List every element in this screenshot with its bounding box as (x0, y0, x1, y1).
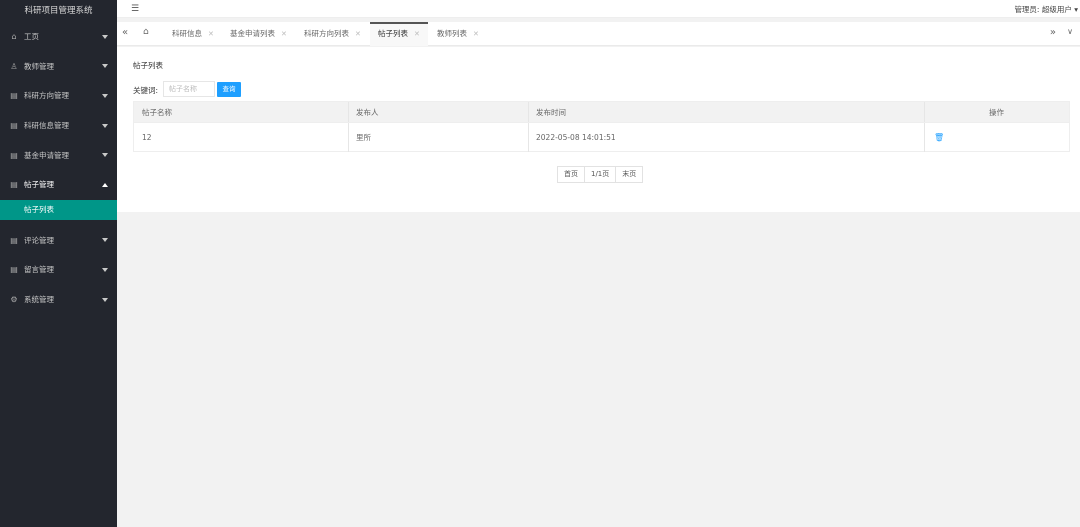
sidebar-subitem-post-list[interactable]: 帖子列表 (0, 199, 117, 220)
pager-first-button[interactable]: 首页 (558, 167, 585, 182)
chevron-down-icon (102, 93, 108, 98)
tab-label: 科研方向列表 (304, 29, 349, 38)
sidebar-item-messages[interactable]: ▤ 留言管理 (0, 255, 117, 285)
pagination: 首页 1/1页 末页 (557, 166, 644, 183)
chevron-down-icon[interactable]: ∨ (1067, 27, 1073, 36)
top-header: ☰ 管理员: 超级用户 ▾ (117, 0, 1080, 18)
sidebar-item-system[interactable]: ⚙ 系统管理 (0, 285, 117, 315)
search-input[interactable]: 帖子名称 (163, 81, 215, 97)
tab-label: 科研信息 (172, 29, 202, 38)
chevron-down-icon (102, 34, 108, 39)
sidebar-item-research-direction[interactable]: ▤ 科研方向管理 (0, 81, 117, 111)
table-row: 12 里所 2022-05-08 14:01:51 🗑 (134, 122, 1069, 152)
menu-toggle-icon[interactable]: ☰ (131, 4, 139, 14)
page-title: 帖子列表 (133, 61, 163, 70)
chevron-down-icon (102, 267, 108, 272)
grid-icon: ▤ (10, 150, 18, 160)
pager-info: 1/1页 (585, 167, 617, 182)
tab-label: 帖子列表 (378, 29, 408, 38)
cell-author: 里所 (356, 133, 371, 142)
sidebar-item-label: 科研信息管理 (24, 121, 69, 131)
sidebar-item-label: 评论管理 (24, 235, 54, 245)
cell-time: 2022-05-08 14:01:51 (536, 133, 616, 142)
tab-label: 教师列表 (437, 29, 467, 38)
user-menu[interactable]: 管理员: 超级用户 ▾ (1014, 4, 1078, 15)
column-divider (348, 102, 349, 122)
column-divider (528, 123, 529, 152)
double-chevron-right-icon[interactable]: » (1050, 27, 1056, 38)
tab-direction-list[interactable]: 科研方向列表 ✕ (304, 22, 361, 46)
double-chevron-left-icon[interactable]: « (122, 27, 128, 38)
delete-icon[interactable]: 🗑 (934, 133, 944, 142)
chevron-down-icon (102, 297, 108, 302)
column-divider (924, 123, 925, 152)
grid-icon: ▤ (10, 180, 18, 190)
sidebar-item-label: 基金申请管理 (24, 150, 69, 160)
close-icon[interactable]: ✕ (414, 30, 420, 38)
sidebar-item-label: 教师管理 (24, 61, 54, 71)
sidebar-item-label: 帖子管理 (24, 180, 54, 190)
column-divider (528, 102, 529, 122)
chevron-up-icon (102, 182, 108, 187)
sidebar-item-home[interactable]: ⌂ 工页 (0, 22, 117, 52)
sidebar-item-comments[interactable]: ▤ 评论管理 (0, 226, 117, 256)
search-button[interactable]: 查询 (217, 82, 241, 97)
tab-bar: « ⌂ 科研信息 ✕ 基金申请列表 ✕ 科研方向列表 ✕ 帖子列表 ✕ 教师列表 ✕ » … (117, 22, 1080, 46)
sidebar-item-research-info[interactable]: ▤ 科研信息管理 (0, 111, 117, 141)
tab-teacher-list[interactable]: 教师列表 ✕ (437, 22, 479, 46)
sidebar-item-fund[interactable]: ▤ 基金申请管理 (0, 140, 117, 170)
grid-icon: ▤ (10, 235, 18, 245)
chevron-down-icon (102, 64, 108, 69)
sidebar-item-teachers[interactable]: ♙ 教师管理 (0, 52, 117, 82)
sidebar-item-label: 科研方向管理 (24, 91, 69, 101)
column-header-actions: 操作 (989, 107, 1004, 117)
column-divider (924, 102, 925, 122)
column-header-name: 帖子名称 (142, 107, 172, 117)
home-icon[interactable]: ⌂ (143, 27, 149, 37)
table-header: 帖子名称 发布人 发布时间 操作 (134, 102, 1069, 122)
home-icon: ⌂ (11, 32, 17, 42)
chevron-down-icon (102, 238, 108, 243)
grid-icon: ▤ (10, 121, 18, 131)
column-header-author: 发布人 (356, 107, 379, 117)
gear-icon: ⚙ (10, 295, 18, 305)
app-title: 科研项目管理系统 (24, 6, 93, 16)
sidebar-item-label: 工页 (24, 32, 39, 42)
grid-icon: ▤ (10, 91, 18, 101)
cell-name: 12 (142, 133, 152, 142)
content-panel: 帖子列表 关键词: 帖子名称 查询 帖子名称 发布人 发布时间 操作 12 里所… (117, 47, 1080, 212)
sidebar-item-label: 留言管理 (24, 265, 54, 275)
close-icon[interactable]: ✕ (281, 30, 287, 38)
column-header-time: 发布时间 (536, 107, 566, 117)
pager-last-button[interactable]: 末页 (616, 167, 642, 182)
close-icon[interactable]: ✕ (208, 30, 214, 38)
close-icon[interactable]: ✕ (473, 30, 479, 38)
delete-action[interactable]: 🗑 (934, 123, 944, 152)
sidebar-item-label: 系统管理 (24, 295, 54, 305)
tab-research-info[interactable]: 科研信息 ✕ (172, 22, 214, 46)
search-label: 关键词: (133, 86, 159, 95)
grid-icon: ▤ (10, 265, 18, 275)
tab-label: 基金申请列表 (230, 29, 275, 38)
tab-post-list[interactable]: 帖子列表 ✕ (370, 22, 428, 46)
chevron-down-icon (102, 123, 108, 128)
chevron-down-icon (102, 153, 108, 158)
sidebar: 科研项目管理系统 ⌂ 工页 ♙ 教师管理 ▤ 科研方向管理 ▤ 科研信息管理 ▤… (0, 0, 117, 527)
close-icon[interactable]: ✕ (355, 30, 361, 38)
user-icon: ♙ (10, 61, 18, 71)
post-table: 帖子名称 发布人 发布时间 操作 12 里所 2022-05-08 14:01:… (133, 101, 1070, 152)
tab-fund-list[interactable]: 基金申请列表 ✕ (230, 22, 287, 46)
column-divider (348, 123, 349, 152)
sidebar-item-posts[interactable]: ▤ 帖子管理 (0, 170, 117, 200)
